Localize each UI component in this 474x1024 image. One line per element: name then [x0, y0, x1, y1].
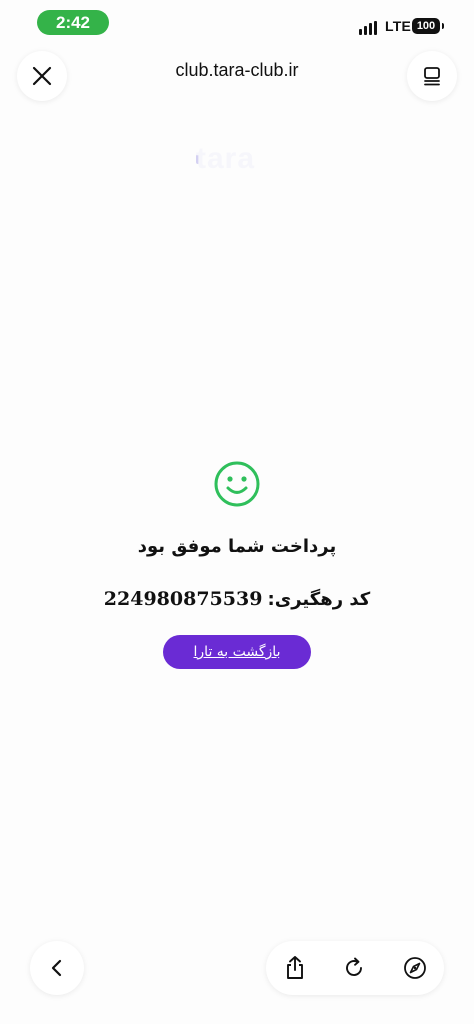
share-icon [287, 956, 303, 979]
payment-success-title: پرداخت شما موفق بود [137, 536, 337, 557]
back-to-tara-label: بازگشت به تارا [193, 644, 281, 660]
reload-button[interactable] [338, 952, 370, 984]
back-to-tara-button[interactable]: بازگشت به تارا [163, 635, 311, 669]
tracking-code: 224980875539 [103, 588, 263, 610]
status-bar: 2:42 LTE 100 [0, 0, 474, 44]
share-button[interactable] [279, 952, 311, 984]
compass-button[interactable] [399, 952, 431, 984]
tabs-icon [424, 67, 440, 86]
compass-icon [404, 957, 426, 979]
signal-icon [359, 21, 377, 35]
reload-icon [346, 957, 362, 976]
network-label: LTE [385, 18, 412, 34]
tracking-label: کد رهگیری: [267, 589, 371, 610]
close-button[interactable] [17, 51, 67, 101]
tracking-line: کد رهگیری: 224980875539 [40, 588, 434, 610]
url-label[interactable]: club.tara-club.ir [100, 60, 374, 81]
status-time: 2:42 [37, 10, 109, 35]
browser-toolbar [266, 941, 444, 995]
tabs-button[interactable] [407, 51, 457, 101]
smiley-icon [214, 461, 260, 507]
battery-icon: 100 [412, 18, 444, 34]
battery-level: 100 [416, 20, 436, 32]
browser-back-button[interactable] [30, 941, 84, 995]
chevron-left-icon [51, 959, 62, 977]
close-icon [32, 66, 52, 86]
faint-logo: tara [196, 142, 256, 175]
